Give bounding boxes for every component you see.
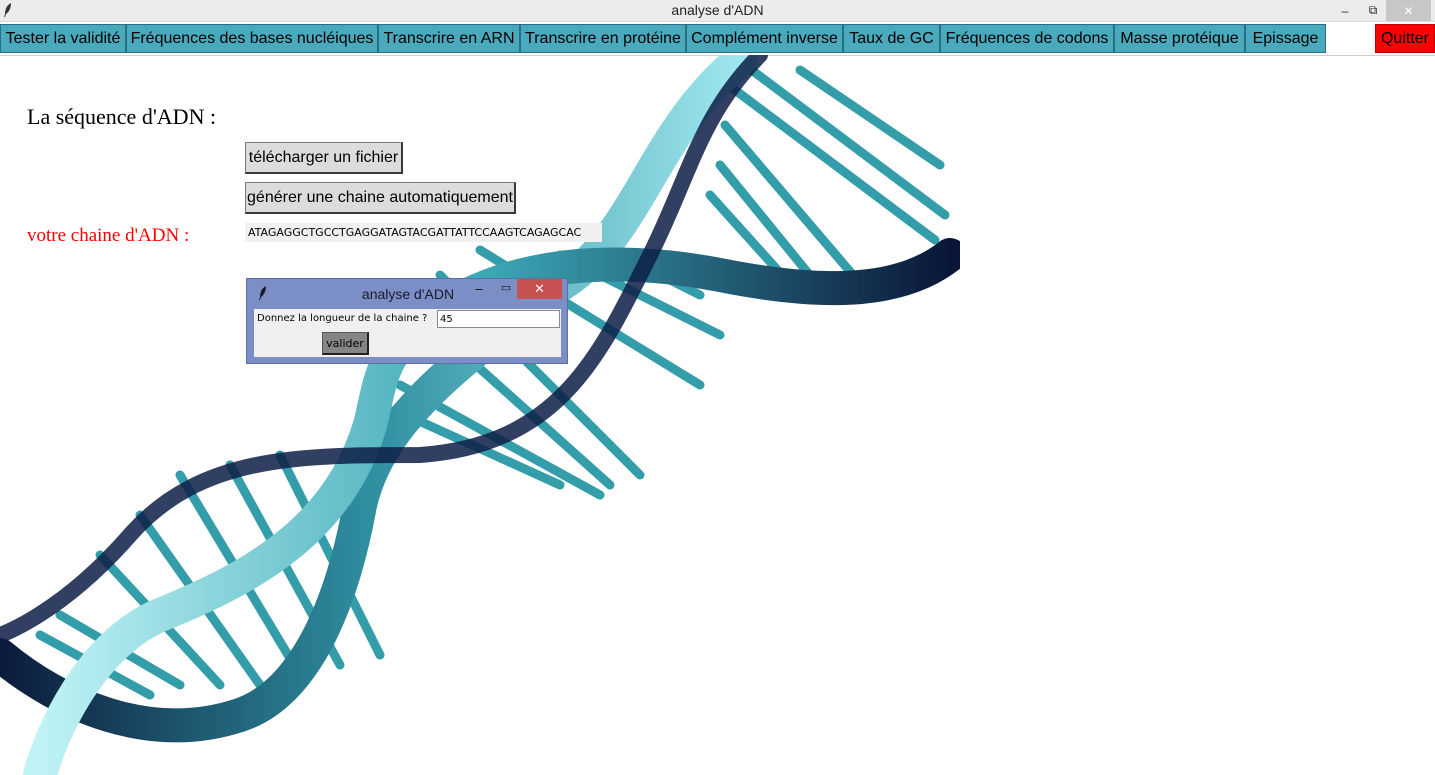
menu-epissage[interactable]: Epissage: [1245, 24, 1326, 53]
chain-label: votre chaine d'ADN :: [27, 225, 190, 246]
dialog-minimize-button[interactable]: –: [469, 281, 489, 299]
length-prompt-label: Donnez la longueur de la chaine ?: [257, 313, 428, 324]
upload-file-button[interactable]: télécharger un fichier: [245, 142, 403, 174]
menu-complement-inverse[interactable]: Complément inverse: [686, 24, 843, 53]
menu-frequences-codons[interactable]: Fréquences de codons: [940, 24, 1114, 53]
menu-frequences-bases[interactable]: Fréquences des bases nucléiques: [126, 24, 378, 53]
dna-sequence-value: ATAGAGGCTGCCTGAGGATAGTACGATTATTCCAAGTCAG…: [245, 223, 602, 242]
dna-helix-image: [0, 55, 960, 775]
validate-button[interactable]: valider: [322, 332, 369, 355]
menu-tester-validite[interactable]: Tester la validité: [0, 24, 126, 53]
dialog-maximize-button[interactable]: ▭: [496, 281, 516, 299]
length-dialog: analyse d'ADN – ▭ ✕ Donnez la longueur d…: [246, 278, 568, 364]
maximize-button[interactable]: ⧉: [1360, 0, 1386, 21]
menu-masse-proteique[interactable]: Masse protéique: [1114, 24, 1245, 53]
menu-taux-gc[interactable]: Taux de GC: [843, 24, 940, 53]
dialog-body: Donnez la longueur de la chaine ? valide…: [254, 309, 561, 357]
window-title: analyse d'ADN: [671, 2, 764, 18]
length-input[interactable]: [437, 310, 560, 328]
quit-button[interactable]: Quitter: [1375, 24, 1435, 53]
close-button[interactable]: ✕: [1386, 0, 1431, 21]
title-bar: analyse d'ADN – ⧉ ✕: [0, 0, 1435, 22]
dialog-close-button[interactable]: ✕: [517, 279, 562, 299]
sequence-heading: La séquence d'ADN :: [27, 104, 217, 129]
minimize-button[interactable]: –: [1332, 0, 1358, 21]
menu-transcrire-arn[interactable]: Transcrire en ARN: [378, 24, 520, 53]
menu-bar: Tester la validité Fréquences des bases …: [0, 22, 1435, 56]
menu-transcrire-proteine[interactable]: Transcrire en protéine: [520, 24, 686, 53]
generate-chain-button[interactable]: générer une chaine automatiquement: [245, 182, 516, 214]
